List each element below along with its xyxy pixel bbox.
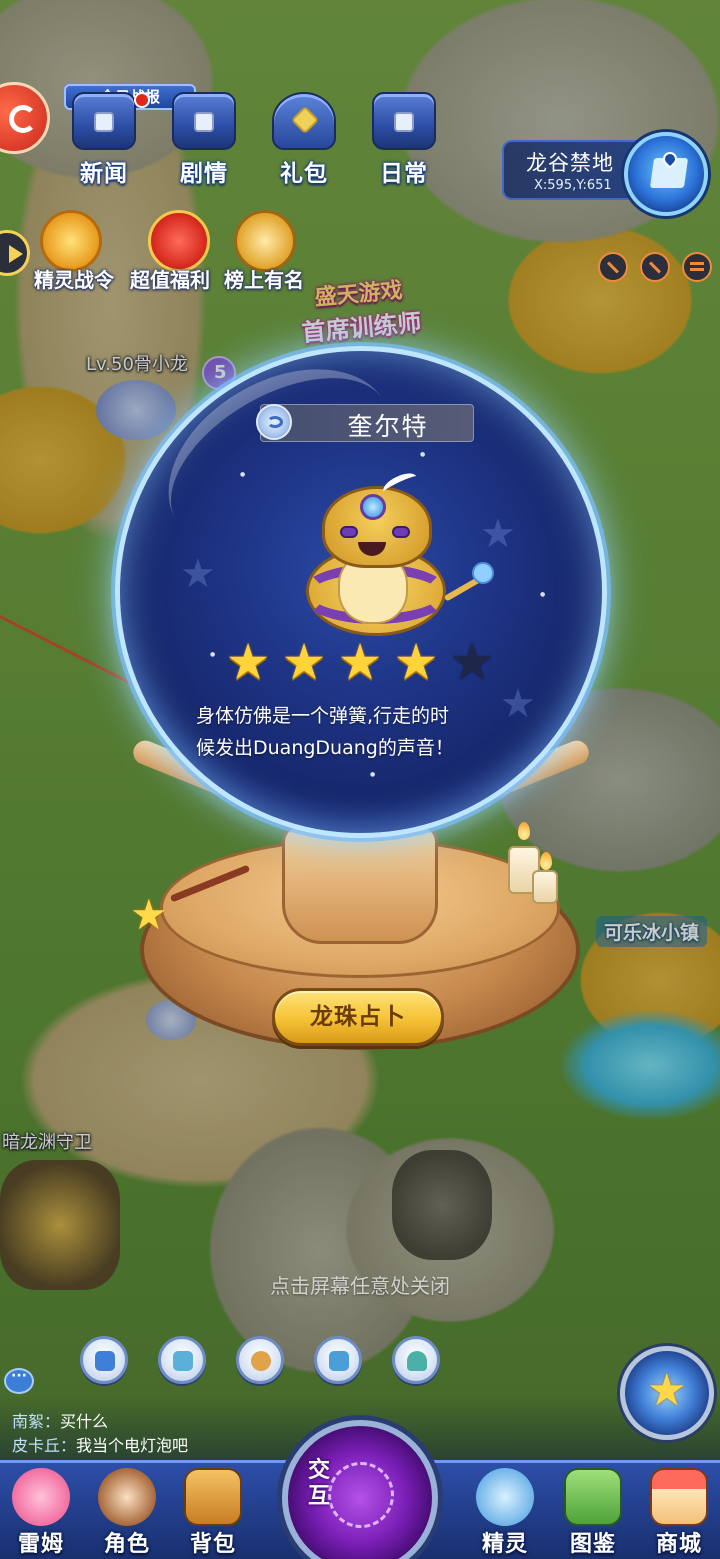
interaction-hub-label: 交互 (308, 1458, 331, 1509)
menu-expand-button[interactable] (682, 252, 712, 282)
pet-description-line1: 身体仿佛是一个弹簧,行走的时 (196, 705, 450, 727)
pet-gem (360, 494, 386, 520)
news-board-icon (72, 92, 136, 150)
close-hint: 点击屏幕任意处关闭 (270, 1274, 450, 1298)
quick-bell-button[interactable] (392, 1336, 440, 1384)
star-filled-icon: ★ (393, 633, 439, 691)
location-coords: X:595,Y:651 (534, 178, 612, 193)
pet-portrait (296, 469, 496, 646)
dock-item-spirit[interactable]: 精灵 (464, 1466, 546, 1558)
nav-story-label: 剧情 (180, 161, 228, 187)
star-empty-icon: ★ (449, 633, 495, 691)
dock-label-backpack: 背包 (189, 1532, 236, 1557)
nav-gift-label: 礼包 (280, 161, 328, 187)
feature-battle-pass-label: 精灵战令 (34, 268, 114, 292)
star-filled-icon: ★ (337, 633, 383, 691)
dock-item-remu[interactable]: 雷姆 (0, 1466, 82, 1558)
dock-item-character[interactable]: 角色 (86, 1466, 168, 1558)
nav-daily-label: 日常 (380, 161, 428, 187)
feature-battle-pass[interactable]: 精灵战令 (34, 210, 126, 292)
encyclopedia-icon (564, 1468, 622, 1526)
feature-ranking[interactable]: 榜上有名 (224, 210, 324, 292)
dragon-ball-divination-button[interactable]: 龙珠占卜 (272, 988, 444, 1046)
logo-icon (9, 105, 37, 133)
pet-description: 身体仿佛是一个弹簧,行走的时 候发出DuangDuang的声音！ (196, 700, 526, 764)
chat-bubble-icon[interactable] (4, 1368, 34, 1394)
star-wand-icon: ★ (130, 890, 168, 939)
spirit-icon (476, 1468, 534, 1526)
dock-label-encyclopedia: 图鉴 (569, 1532, 616, 1557)
nav-story[interactable]: 剧情 (158, 88, 250, 188)
quick-gift-button[interactable] (158, 1336, 206, 1384)
chat-username: 南絮： (12, 1412, 61, 1431)
star-filled-icon: ★ (225, 633, 271, 691)
sparkle-icon: ● (420, 451, 426, 458)
orb-bg-star-icon: ★ (180, 551, 216, 597)
sparkle-icon: ● (370, 771, 376, 778)
battle-pass-icon (40, 210, 102, 272)
chat-text: 我当个电灯泡吧 (76, 1436, 189, 1455)
pet-eye-right (392, 526, 410, 538)
candle-small (532, 870, 558, 904)
ranking-trophy-icon (234, 210, 296, 272)
mute-sound-button[interactable] (598, 252, 628, 282)
chat-message: 皮卡丘：我当个电灯泡吧 (12, 1432, 188, 1456)
star-skill-icon: ★ (647, 1365, 687, 1416)
nav-daily[interactable]: 日常 (358, 88, 450, 188)
quick-emote-button[interactable] (80, 1336, 128, 1384)
element-type-icon (256, 404, 292, 440)
mute-icon (606, 261, 620, 274)
dock-item-backpack[interactable]: 背包 (172, 1466, 254, 1558)
dock-item-shop[interactable]: 商城 (638, 1466, 720, 1558)
character-icon (98, 1468, 156, 1526)
candle-flame-icon (518, 822, 530, 840)
backpack-icon (184, 1468, 242, 1526)
chat-text: 买什么 (60, 1412, 109, 1431)
sparkle-icon: ● (240, 471, 246, 478)
welfare-gift-icon (148, 210, 210, 272)
chat-username: 皮卡丘： (12, 1436, 77, 1455)
quick-team-button[interactable] (314, 1336, 362, 1384)
chat-message: 南絮：买什么 (12, 1408, 108, 1432)
feature-welfare[interactable]: 超值福利 (130, 210, 230, 292)
pet-wand-tip (472, 562, 494, 584)
hide-players-button[interactable] (640, 252, 670, 282)
emote-icon (95, 1351, 115, 1371)
team-icon (329, 1351, 349, 1371)
dock-label-remu: 雷姆 (17, 1532, 64, 1557)
daily-calendar-icon (372, 92, 436, 150)
pet-eye-left (340, 526, 358, 538)
nav-news-label: 新闻 (80, 161, 128, 187)
candle-flame-small-icon (540, 852, 552, 870)
pet-name: 奎尔特 (347, 412, 429, 441)
gift-chest-icon (272, 92, 336, 150)
feature-ranking-label: 榜上有名 (224, 268, 304, 292)
sparkle-icon: ● (540, 591, 546, 598)
pink-pet-icon (12, 1468, 70, 1526)
quick-friend-button[interactable] (236, 1336, 284, 1384)
star-filled-icon: ★ (281, 633, 327, 691)
bell-icon (407, 1351, 427, 1371)
dock-label-shop: 商城 (655, 1532, 702, 1557)
feature-welfare-label: 超值福利 (130, 268, 210, 292)
sparkle-icon: ● (210, 651, 216, 658)
hide-icon (648, 261, 662, 274)
top-nav: 新闻 剧情 礼包 日常 (58, 88, 450, 188)
menu-icon (690, 262, 704, 265)
story-book-icon (172, 92, 236, 150)
gift-icon (173, 1351, 193, 1371)
star-skill-button[interactable]: ★ (620, 1346, 714, 1440)
dock-label-spirit: 精灵 (481, 1532, 528, 1557)
dock-item-encyclopedia[interactable]: 图鉴 (552, 1466, 634, 1558)
nav-gift[interactable]: 礼包 (258, 88, 350, 188)
friend-icon (251, 1351, 271, 1371)
dock-label-character: 角色 (103, 1532, 150, 1557)
pet-description-line2: 候发出DuangDuang的声音！ (196, 737, 454, 759)
pet-name-plate: 奎尔特 (260, 404, 474, 442)
shop-icon (650, 1468, 708, 1526)
notification-dot (134, 92, 150, 108)
world-map-button[interactable] (624, 132, 708, 216)
location-name: 龙谷禁地 (526, 151, 614, 175)
